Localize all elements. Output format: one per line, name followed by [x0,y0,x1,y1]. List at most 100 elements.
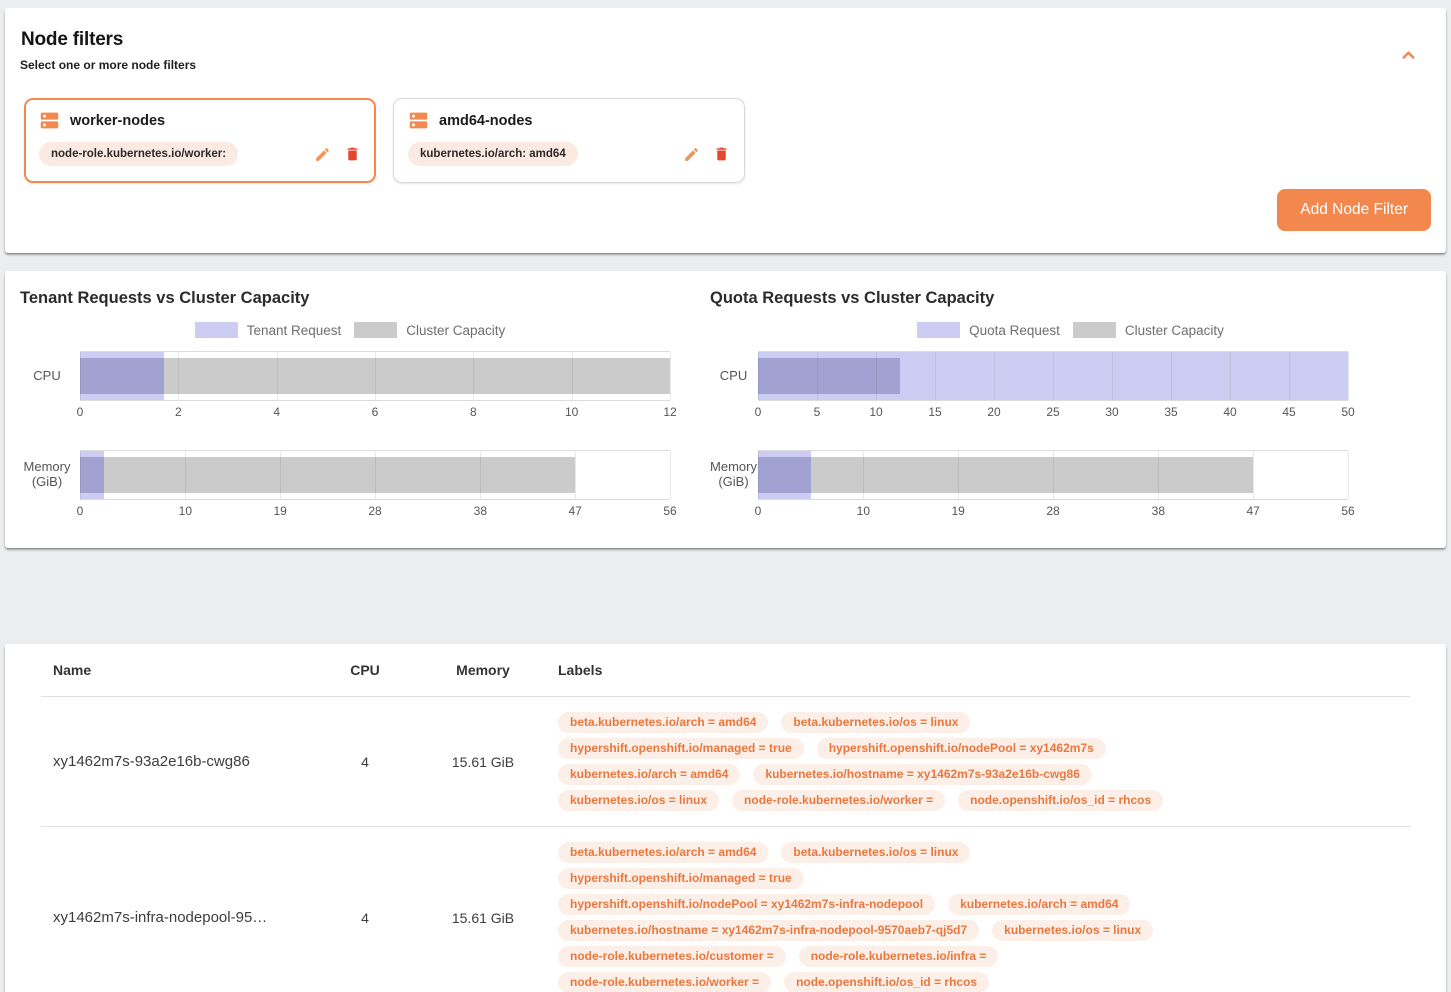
axis-category-label: CPU [5,351,75,399]
edit-icon [314,146,331,163]
label-chip: beta.kubernetes.io/os = linux [781,712,970,733]
axis-tick-label: 38 [1152,504,1165,518]
delete-filter-button[interactable] [344,145,361,163]
axis-tick-label: 25 [1046,405,1059,419]
axis-category-label: CPU [695,351,758,399]
axis-tick-label: 45 [1282,405,1295,419]
axis-tick-label: 0 [755,504,762,518]
table-body: xy1462m7s-93a2e16b-cwg86 4 15.61 GiB bet… [5,697,1446,992]
axis-tick-label: 40 [1223,405,1236,419]
plot-area: 0101928384756 [758,450,1348,518]
axis-tick-label: 35 [1164,405,1177,419]
node-name: xy1462m7s-infra-nodepool-95… [41,909,317,926]
request-capacity-overlap-bar [80,457,104,493]
legend-label: Cluster Capacity [1125,323,1224,338]
axis-ticks: 0101928384756 [758,504,1348,518]
edit-filter-button[interactable] [314,146,331,163]
axis-tick-label: 6 [372,405,379,419]
axis-tick-label: 0 [755,405,762,419]
add-node-filter-button[interactable]: Add Node Filter [1277,189,1431,231]
collapse-section-button[interactable] [1399,46,1418,65]
label-chip: node-role.kubernetes.io/worker = [732,790,945,811]
node-cpu: 4 [317,754,413,770]
axis-tick-label: 47 [1246,504,1259,518]
chart-title: Tenant Requests vs Cluster Capacity [5,271,695,308]
axis-tick-label: 10 [869,405,882,419]
node-memory: 15.61 GiB [413,754,553,770]
chart-row: Memory(GiB) 0101928384756 [5,450,695,518]
label-chip: node.openshift.io/os_id = rhcos [784,972,989,992]
label-chip: node.openshift.io/os_id = rhcos [958,790,1163,811]
table-header-row: Name CPU Memory Labels [41,644,1410,697]
edit-icon [683,146,700,163]
label-chip: hypershift.openshift.io/nodePool = xy146… [817,738,1106,759]
filter-name: amd64-nodes [439,113,532,129]
legend-label: Quota Request [969,323,1060,338]
axis-tick-label: 10 [565,405,578,419]
label-chip: kubernetes.io/hostname = xy1462m7s-infra… [558,920,979,941]
label-chip: hypershift.openshift.io/managed = true [558,868,804,889]
legend-item: Cluster Capacity [1073,322,1224,338]
label-chip: kubernetes.io/os = linux [558,790,719,811]
axis-tick-label: 50 [1341,405,1354,419]
legend-swatch [1073,322,1116,338]
charts-panel: Tenant Requests vs Cluster Capacity Tena… [5,271,1446,548]
legend-swatch [917,322,960,338]
chart: Tenant Requests vs Cluster Capacity Tena… [5,271,695,548]
axis-tick-label: 30 [1105,405,1118,419]
axis-category-label: Memory(GiB) [695,450,758,498]
plot-area: 0101928384756 [80,450,670,518]
delete-icon [344,145,361,163]
axis-tick-label: 19 [273,504,286,518]
label-chip: node-role.kubernetes.io/worker = [558,972,771,992]
axis-tick-label: 8 [470,405,477,419]
request-capacity-overlap-bar [758,457,811,493]
chart-legend: Tenant Request Cluster Capacity [5,322,695,338]
label-chip: node-role.kubernetes.io/customer = [558,946,786,967]
legend-label: Cluster Capacity [406,323,505,338]
label-chip: kubernetes.io/hostname = xy1462m7s-93a2e… [753,764,1092,785]
edit-filter-button[interactable] [683,146,700,163]
label-chip: beta.kubernetes.io/arch = amd64 [558,842,768,863]
node-labels: beta.kubernetes.io/arch = amd64 beta.kube… [553,697,1410,826]
filter-card-body: node-role.kubernetes.io/worker: [39,142,361,166]
nodes-table: Name CPU Memory Labels xy1462m7s-93a2e16… [5,644,1446,992]
column-header-labels: Labels [553,662,1410,678]
filter-card-body: kubernetes.io/arch: amd64 [408,142,730,166]
label-chip: beta.kubernetes.io/arch = amd64 [558,712,768,733]
page-title: Node filters [5,8,1446,51]
filter-card-header: amd64-nodes [408,110,730,131]
bar-plot [758,351,1348,401]
label-chip: kubernetes.io/arch = amd64 [558,764,740,785]
filter-label-chip: kubernetes.io/arch: amd64 [408,142,578,166]
axis-tick-label: 38 [474,504,487,518]
label-chip: beta.kubernetes.io/os = linux [781,842,970,863]
label-chip: kubernetes.io/os = linux [992,920,1153,941]
table-row: xy1462m7s-infra-nodepool-95… 4 15.61 GiB… [41,827,1410,992]
bar-plot [758,450,1348,500]
nodes-table-panel: Name CPU Memory Labels xy1462m7s-93a2e16… [5,644,1446,992]
axis-tick-label: 0 [77,504,84,518]
label-chip: hypershift.openshift.io/nodePool = xy146… [558,894,935,915]
node-name: xy1462m7s-93a2e16b-cwg86 [41,753,317,770]
chart-title: Quota Requests vs Cluster Capacity [695,271,1446,308]
delete-filter-button[interactable] [713,145,730,163]
axis-tick-label: 0 [77,405,84,419]
legend-item: Tenant Request [195,322,342,338]
axis-tick-label: 15 [928,405,941,419]
axis-tick-label: 5 [814,405,821,419]
dns-icon [39,110,60,131]
dns-icon [408,110,429,131]
axis-tick-label: 4 [273,405,280,419]
request-capacity-overlap-bar [80,358,164,394]
bar-plot [80,450,670,500]
legend-swatch [195,322,238,338]
node-filter-card[interactable]: amd64-nodes kubernetes.io/arch: amd64 [393,98,745,183]
filter-name: worker-nodes [70,113,165,129]
node-filter-card[interactable]: worker-nodes node-role.kubernetes.io/wor… [24,98,376,183]
legend-label: Tenant Request [247,323,342,338]
filter-card-header: worker-nodes [39,110,361,131]
label-chip: kubernetes.io/arch = amd64 [948,894,1130,915]
label-chip: node-role.kubernetes.io/infra = [799,946,999,967]
delete-icon [713,145,730,163]
